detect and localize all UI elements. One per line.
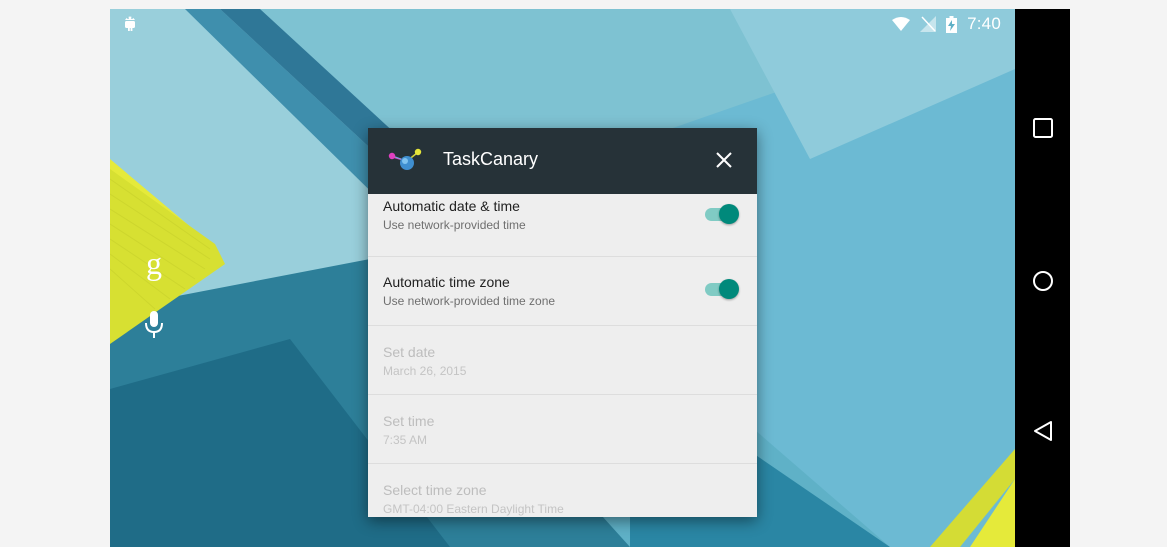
setting-subtitle: Use network-provided time xyxy=(383,218,526,232)
recents-icon[interactable] xyxy=(1031,116,1055,140)
status-bar: 7:40 xyxy=(110,9,1015,39)
google-search-button[interactable]: g xyxy=(134,247,174,279)
mic-icon[interactable] xyxy=(144,311,164,339)
no-signal-icon xyxy=(920,16,937,32)
setting-subtitle: March 26, 2015 xyxy=(383,364,467,378)
navigation-bar xyxy=(1015,9,1070,547)
android-debug-icon xyxy=(122,13,138,36)
wifi-icon xyxy=(892,17,911,31)
setting-automatic-date-time[interactable]: Automatic date & time Use network-provid… xyxy=(368,188,757,257)
back-icon[interactable] xyxy=(1031,419,1055,443)
google-search-widget[interactable]: g xyxy=(134,247,174,339)
setting-title: Set date xyxy=(383,344,436,360)
switch-thumb xyxy=(719,204,739,224)
settings-list: Automatic date & time Use network-provid… xyxy=(368,194,757,517)
setting-automatic-time-zone[interactable]: Automatic time zone Use network-provided… xyxy=(368,257,757,326)
switch-thumb xyxy=(719,279,739,299)
setting-subtitle: GMT-04:00 Eastern Daylight Time xyxy=(383,502,564,516)
dialog-title: TaskCanary xyxy=(443,149,539,169)
setting-set-date: Set date March 26, 2015 xyxy=(368,326,757,395)
setting-set-time: Set time 7:35 AM xyxy=(368,395,757,464)
setting-title: Automatic date & time xyxy=(383,198,520,214)
close-icon[interactable] xyxy=(712,148,736,172)
setting-title: Set time xyxy=(383,413,435,429)
status-clock: 7:40 xyxy=(967,14,1001,33)
battery-charging-icon xyxy=(946,15,958,33)
taskcanary-app-icon xyxy=(388,148,422,170)
setting-subtitle: Use network-provided time zone xyxy=(383,294,556,308)
taskcanary-dialog: TaskCanary Automatic date & time Use net… xyxy=(368,128,757,517)
dialog-titlebar: TaskCanary xyxy=(368,128,757,194)
setting-subtitle: 7:35 AM xyxy=(383,433,428,447)
setting-title: Select time zone xyxy=(383,482,487,498)
setting-title: Automatic time zone xyxy=(383,274,510,290)
setting-select-time-zone: Select time zone GMT-04:00 Eastern Dayli… xyxy=(368,464,757,517)
auto-time-zone-switch[interactable] xyxy=(705,279,739,299)
home-icon[interactable] xyxy=(1031,269,1055,293)
auto-date-time-switch[interactable] xyxy=(705,204,739,224)
device-screen: 7:40 g TaskCanary Automatic date & time … xyxy=(110,9,1070,547)
